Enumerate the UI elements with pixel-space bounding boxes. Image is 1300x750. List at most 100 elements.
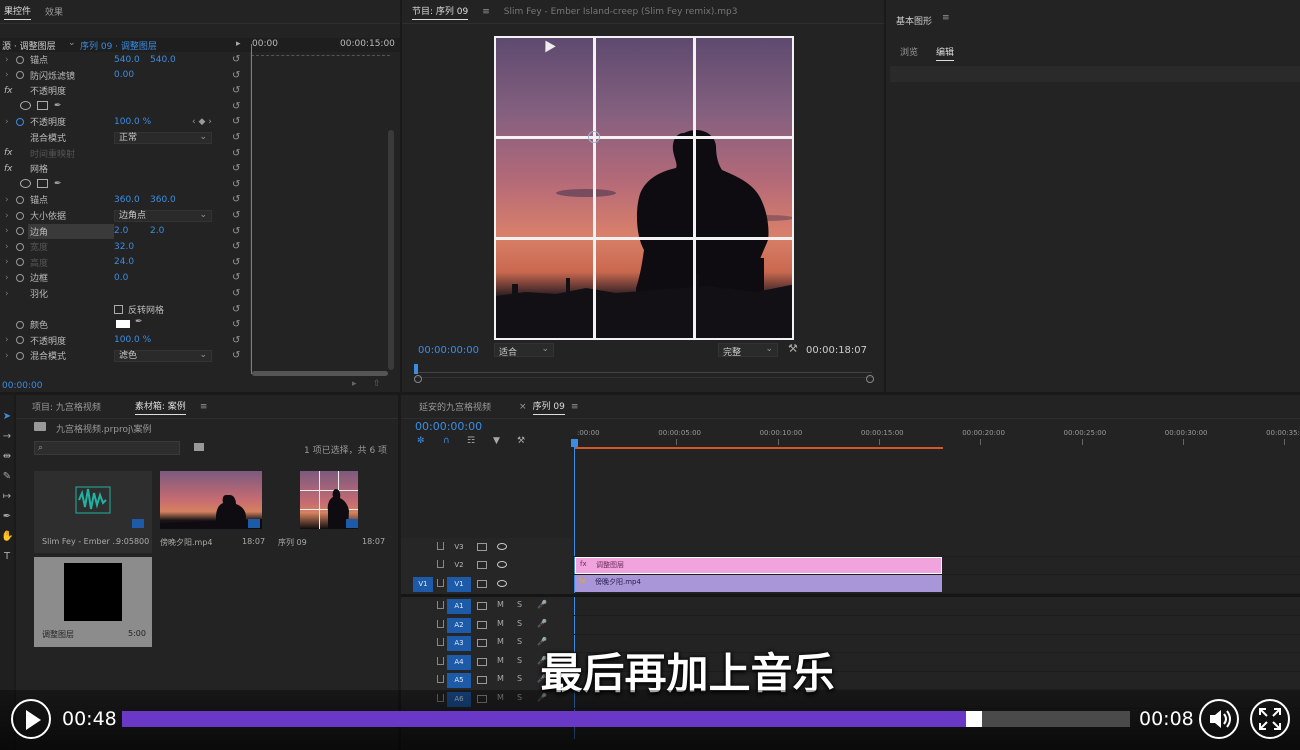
stopwatch-icon[interactable]	[16, 55, 24, 64]
effect-property-row[interactable]: ✒ ↺	[0, 99, 248, 114]
linked-icon[interactable]: ☶	[467, 436, 475, 446]
zoom-handle-right[interactable]	[866, 375, 874, 383]
seek-bar[interactable]	[122, 711, 1130, 727]
marker-icon[interactable]: ▼	[493, 436, 500, 446]
eye-icon[interactable]	[497, 561, 507, 568]
fullscreen-button[interactable]	[1250, 699, 1290, 739]
wrench-icon[interactable]: ⚒	[517, 436, 525, 446]
hamburger-icon[interactable]: ≡	[942, 13, 950, 23]
sync-lock-icon[interactable]	[477, 602, 487, 610]
chevron-down-icon[interactable]: ⌄	[68, 38, 76, 48]
property-value[interactable]: 100.0 %	[114, 335, 151, 345]
stopwatch-icon[interactable]	[16, 211, 24, 220]
sync-lock-icon[interactable]	[477, 580, 487, 588]
hamburger-icon[interactable]: ≡	[482, 7, 490, 17]
property-value-2[interactable]: 360.0	[150, 195, 176, 205]
effect-property-row[interactable]: › 不透明度 100.0 % ↺	[0, 333, 248, 348]
video-frame[interactable]	[494, 36, 794, 340]
property-value-2[interactable]: 2.0	[150, 226, 164, 236]
property-dropdown[interactable]: 边角点 ⌄	[114, 209, 212, 222]
property-value[interactable]: 32.0	[114, 242, 134, 252]
source-label[interactable]: 源 · 调整图层	[2, 39, 56, 52]
seek-bar-knob[interactable]	[965, 711, 982, 727]
reset-icon[interactable]: ↺	[232, 116, 240, 127]
track-target[interactable]: A1	[447, 599, 471, 614]
tab-program[interactable]: 节目: 序列 09	[412, 4, 469, 20]
effect-property-row[interactable]: › 边框 0.0 ↺	[0, 270, 248, 285]
sequence-label[interactable]: 序列 09 · 调整图层	[80, 39, 157, 52]
new-bin-icon[interactable]	[194, 443, 204, 451]
reset-icon[interactable]: ↺	[232, 148, 240, 159]
quality-dropdown[interactable]: 完整 ⌄	[718, 343, 778, 358]
property-value[interactable]: 0.0	[114, 273, 128, 283]
eyedropper-icon[interactable]: ✒	[135, 317, 143, 327]
effect-property-row[interactable]: ✒ ↺	[0, 177, 248, 192]
sync-lock-icon[interactable]	[477, 543, 487, 551]
reset-icon[interactable]: ↺	[232, 257, 240, 268]
reset-icon[interactable]: ↺	[232, 288, 240, 299]
stopwatch-icon[interactable]	[16, 195, 24, 204]
bin-item-audio[interactable]: Slim Fey - Ember ... 9:05800	[34, 471, 152, 553]
fx-icon[interactable]: fx	[4, 164, 13, 174]
clip-adjustment-layer[interactable]: fx 调整图层	[575, 557, 942, 574]
track-target[interactable]: V1	[447, 577, 471, 592]
reset-icon[interactable]: ↺	[232, 163, 240, 174]
reset-icon[interactable]: ↺	[232, 70, 240, 81]
video-track-row[interactable]: V3	[401, 538, 1300, 557]
pen-mask-icon[interactable]: ✒	[54, 101, 62, 111]
pen-mask-icon[interactable]: ✒	[54, 179, 62, 189]
expand-arrow-icon[interactable]: ›	[5, 335, 9, 345]
voiceover-icon[interactable]: 🎤	[537, 600, 547, 609]
property-value[interactable]: 24.0	[114, 257, 134, 267]
fx-icon[interactable]: fx	[4, 148, 13, 158]
audio-track-row[interactable]: A1 M S 🎤	[401, 597, 1300, 616]
stopwatch-icon[interactable]	[16, 258, 24, 267]
invert-grid-checkbox[interactable]	[114, 304, 123, 314]
effect-property-row[interactable]: › 宽度 32.0 ↺	[0, 239, 248, 254]
effect-property-row[interactable]: fx 时间重映射 ↺	[0, 146, 248, 161]
fx-icon[interactable]: fx	[4, 86, 13, 96]
program-scrub-bar[interactable]	[414, 372, 872, 378]
clip-video[interactable]: fx 傍晚夕阳.mp4	[575, 575, 942, 592]
effect-property-row[interactable]: fx 网格 ↺	[0, 161, 248, 176]
reset-icon[interactable]: ↺	[232, 350, 240, 361]
property-dropdown[interactable]: 滤色 ⌄	[114, 349, 212, 362]
effect-property-row[interactable]: 反转网格 ↺	[0, 302, 248, 317]
tab-project[interactable]: 项目: 九宫格视频	[32, 400, 101, 413]
slip-tool-icon[interactable]: ↦	[1, 491, 13, 505]
work-area-bar[interactable]	[575, 447, 943, 449]
timeline-playhead-head[interactable]	[571, 439, 578, 447]
filter-icon[interactable]: ▸	[352, 379, 357, 389]
stopwatch-icon[interactable]	[16, 117, 24, 126]
effect-property-row[interactable]: › 高度 24.0 ↺	[0, 255, 248, 270]
solo-button[interactable]: S	[517, 600, 522, 609]
track-target[interactable]: A2	[447, 617, 471, 633]
stopwatch-icon[interactable]	[16, 71, 24, 80]
effect-property-row[interactable]: › 边角 2.0 2.0 ↺	[0, 223, 248, 239]
property-value[interactable]: 100.0 %	[114, 117, 151, 127]
expand-arrow-icon[interactable]: ›	[5, 70, 9, 80]
type-tool-icon[interactable]: T	[1, 551, 13, 565]
expand-arrow-icon[interactable]: ›	[5, 211, 9, 221]
reset-icon[interactable]: ↺	[232, 179, 240, 190]
effect-scrollbar[interactable]	[388, 130, 394, 370]
expand-arrow-icon[interactable]: ›	[5, 289, 9, 299]
reset-icon[interactable]: ↺	[232, 132, 240, 143]
track-select-tool-icon[interactable]: →	[1, 431, 13, 445]
mini-zoom-bar[interactable]	[252, 371, 388, 376]
play-only-icon[interactable]: ▸	[236, 39, 241, 49]
reset-icon[interactable]: ↺	[232, 319, 240, 330]
stopwatch-icon[interactable]	[16, 351, 24, 360]
stopwatch-icon[interactable]	[16, 320, 24, 329]
timeline-ruler[interactable]: :00:00 00:00:05:00 00:00:10:00 00:00:15:00 0…	[575, 425, 1300, 447]
anchor-point-handle[interactable]	[588, 131, 600, 143]
bin-item-sequence[interactable]: 序列 09 18:07	[276, 471, 386, 553]
eye-icon[interactable]	[497, 543, 507, 550]
mute-button[interactable]: M	[497, 619, 504, 628]
expand-arrow-icon[interactable]: ›	[5, 257, 9, 267]
sync-lock-icon[interactable]	[477, 620, 487, 629]
eye-icon[interactable]	[497, 580, 507, 587]
program-timecode[interactable]: 00:00:00:00	[418, 345, 479, 356]
track-target[interactable]: V3	[447, 540, 471, 555]
reset-icon[interactable]: ↺	[232, 85, 240, 96]
